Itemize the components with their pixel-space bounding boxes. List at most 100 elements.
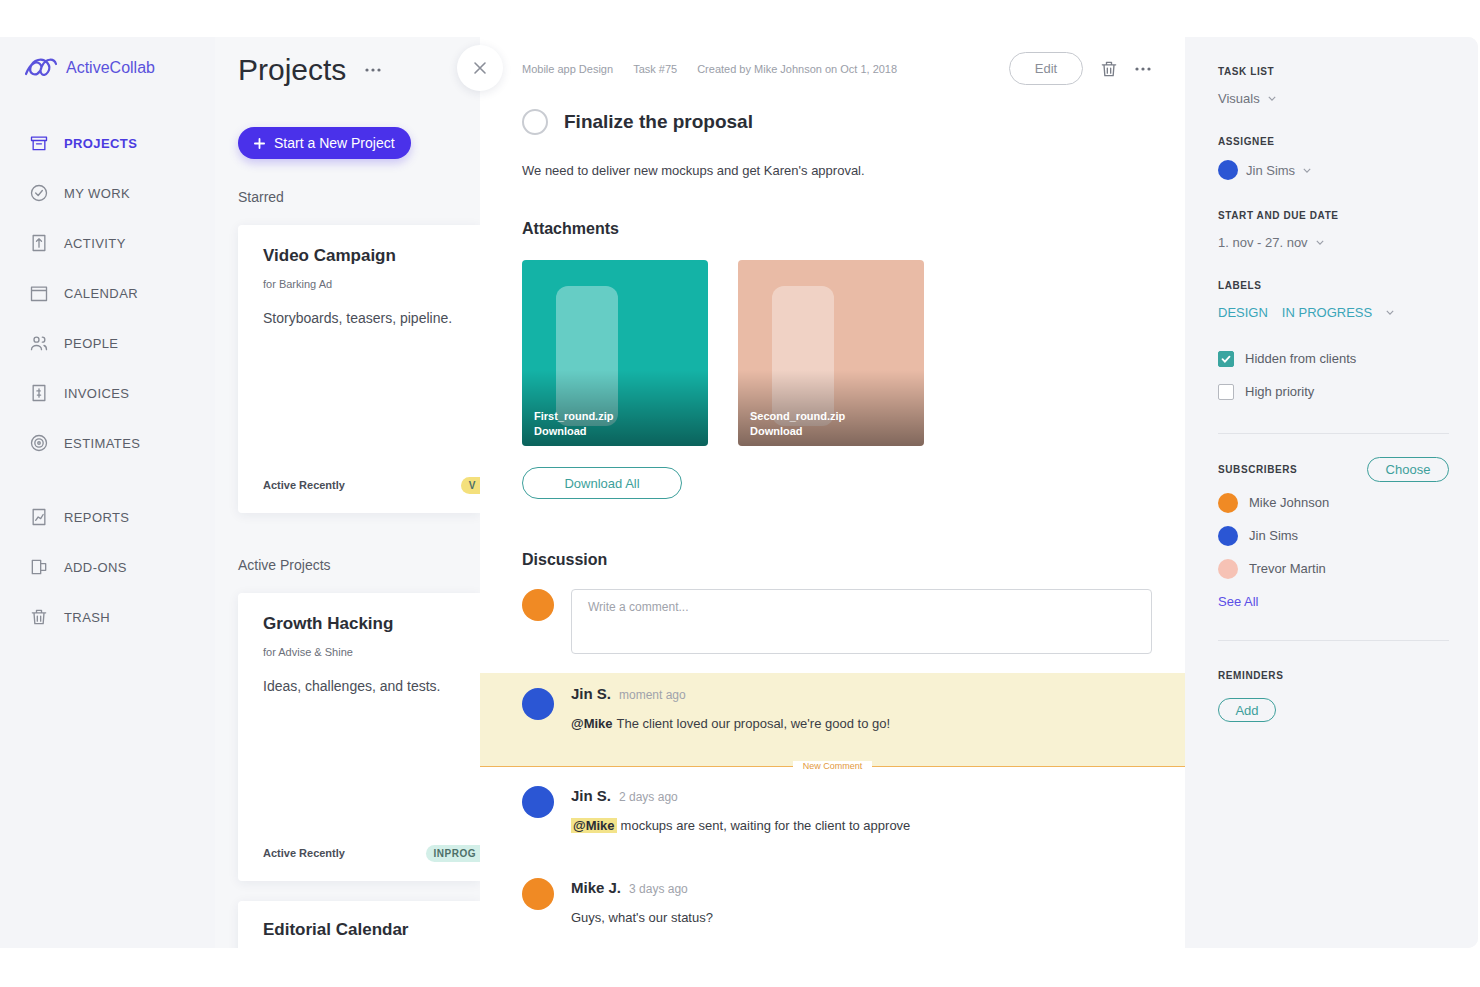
project-group: Active Projects Growth Hackingfor Advise … (238, 556, 480, 948)
check-icon (1220, 353, 1232, 365)
project-name: Growth Hacking (263, 613, 480, 635)
breadcrumb-item[interactable]: Mobile app Design (522, 63, 613, 75)
sidebar-item[interactable]: ADD-ONS (0, 542, 215, 592)
sidebar-item[interactable]: INVOICES (0, 368, 215, 418)
breadcrumb: Mobile app Design Task #75 Created by Mike… (522, 63, 1009, 75)
people-icon (29, 333, 49, 353)
subscriber[interactable]: Mike Johnson (1218, 486, 1449, 519)
label-tag: IN PROGRESS (1282, 305, 1372, 320)
see-all-row: See All (1218, 585, 1449, 618)
logo[interactable]: ActiveCollab (0, 53, 215, 83)
field-value: 1. nov - 27. nov (1218, 235, 1308, 250)
sidebar-item[interactable]: PROJECTS (0, 118, 215, 168)
subscribers-header: SUBSCRIBERSChoose (1218, 457, 1449, 482)
task-list-dropdown[interactable]: Visuals (1218, 89, 1449, 107)
project-group: StarredVideo Campaignfor Barking AdStory… (238, 188, 480, 513)
dates-field: START AND DUE DATE 1. nov - 27. nov (1218, 209, 1449, 251)
sidebar-item-label: MY WORK (64, 186, 130, 201)
project-activity: Active Recently (263, 847, 345, 859)
sidebar-item-label: ESTIMATES (64, 436, 140, 451)
field-label: REMINDERS (1218, 669, 1449, 683)
checkbox[interactable] (1218, 384, 1234, 400)
attachment-tile[interactable]: First_round.zip Download (522, 260, 708, 446)
divider (1218, 640, 1449, 641)
comment-mention[interactable]: @Mike (571, 818, 617, 833)
new-project-label: Start a New Project (274, 135, 395, 151)
edit-button[interactable]: Edit (1009, 52, 1083, 85)
task-details: TASK LISTVisualsASSIGNEEJin SimsSTART AN… (1185, 37, 1478, 948)
more-icon[interactable] (1134, 66, 1152, 72)
group-heading: Active Projects (238, 556, 480, 574)
attachment-download[interactable]: Download (534, 425, 696, 437)
subscriber-avatar (1218, 526, 1238, 546)
task-options: Hidden from clients High priority (1218, 342, 1449, 408)
logo-icon (22, 54, 58, 82)
sidebar-item-label: CALENDAR (64, 286, 138, 301)
breadcrumb-item[interactable]: Created by Mike Johnson on Oct 1, 2018 (697, 63, 897, 75)
breadcrumb-item[interactable]: Task #75 (633, 63, 677, 75)
field-label: START AND DUE DATE (1218, 209, 1449, 223)
attachment-tile[interactable]: Second_round.zipDownload (738, 260, 924, 446)
comment-text: @MikeThe client loved our proposal, we'r… (571, 715, 890, 733)
comment-author: Jin S. (571, 684, 611, 704)
attachment-name: First_round.zip (534, 410, 696, 422)
checkbox[interactable] (1218, 351, 1234, 367)
attachment-download[interactable]: Download (750, 425, 912, 437)
see-all-link[interactable]: See All (1218, 594, 1258, 609)
comment-message: mockups are sent, waiting for the client… (621, 818, 911, 833)
attachment-caption: First_round.zip Download (522, 370, 708, 446)
option-row[interactable]: Hidden from clients (1218, 342, 1449, 375)
comment-author: Mike J. (571, 878, 621, 898)
task-header: Mobile app Design Task #75 Created by Mike… (522, 52, 1152, 85)
new-project-button[interactable]: Start a New Project (238, 127, 411, 159)
project-name: Editorial Calendar (263, 919, 480, 941)
comment: Mike J.3 days agoGuys, what's our status… (522, 858, 1152, 948)
field-value: Jin Sims (1246, 163, 1295, 178)
sidebar-item[interactable]: ESTIMATES (0, 418, 215, 468)
assignee-dropdown[interactable]: Jin Sims (1218, 159, 1449, 181)
target-icon (29, 433, 49, 453)
discussion-heading: Discussion (522, 550, 1152, 570)
comment-meta: Jin S.moment ago (571, 684, 890, 705)
sidebar-item-label: INVOICES (64, 386, 129, 401)
option-label: High priority (1245, 384, 1314, 399)
choose-button[interactable]: Choose (1367, 457, 1449, 482)
option-row[interactable]: High priority (1218, 375, 1449, 408)
project-footer: Active RecentlyINPROG (263, 843, 480, 863)
addon-icon (29, 557, 49, 577)
dates-dropdown[interactable]: 1. nov - 27. nov (1218, 233, 1449, 251)
project-card[interactable]: Editorial Calendar (238, 901, 480, 948)
subscriber[interactable]: Trevor Martin (1218, 552, 1449, 585)
trash-icon[interactable] (1099, 59, 1119, 79)
comment-text: @Mike mockups are sent, waiting for the c… (571, 817, 910, 835)
sidebar-item[interactable]: CALENDAR (0, 268, 215, 318)
sidebar-item[interactable]: MY WORK (0, 168, 215, 218)
comment-message: Guys, what's our status? (571, 910, 713, 925)
comment-body: Mike J.3 days agoGuys, what's our status… (571, 878, 713, 927)
labels-dropdown[interactable]: DESIGNIN PROGRESS (1218, 303, 1449, 321)
comment-input[interactable] (571, 589, 1152, 654)
comment: Jin S.2 days ago@Mikemockups are sent, w… (522, 766, 1152, 858)
sidebar-item-label: TRASH (64, 610, 110, 625)
comment-mention[interactable]: @Mike (571, 716, 613, 731)
divider (1218, 433, 1449, 434)
complete-checkbox[interactable] (522, 109, 548, 135)
field-label: LABELS (1218, 279, 1449, 293)
subscriber[interactable]: Jin Sims (1218, 519, 1449, 552)
sidebar-item[interactable]: TRASH (0, 592, 215, 642)
sidebar-item[interactable]: PEOPLE (0, 318, 215, 368)
project-card[interactable]: Video Campaignfor Barking AdStoryboards,… (238, 225, 480, 513)
chevron-down-icon (1303, 168, 1311, 173)
check-circle-icon (29, 183, 49, 203)
sidebar-item[interactable]: ACTIVITY (0, 218, 215, 268)
sidebar-item[interactable]: REPORTS (0, 492, 215, 542)
add-reminder-button[interactable]: Add (1218, 698, 1276, 722)
download-all-button[interactable]: Download All (522, 467, 682, 499)
labels-field: LABELS DESIGNIN PROGRESS (1218, 279, 1449, 321)
more-icon[interactable] (364, 67, 382, 73)
comment-text: Guys, what's our status? (571, 909, 713, 927)
project-activity: Active Recently (263, 479, 345, 491)
comment-time: 2 days ago (619, 787, 678, 807)
project-card[interactable]: Growth Hackingfor Advise & ShineIdeas, c… (238, 593, 480, 881)
close-button[interactable] (457, 45, 503, 91)
